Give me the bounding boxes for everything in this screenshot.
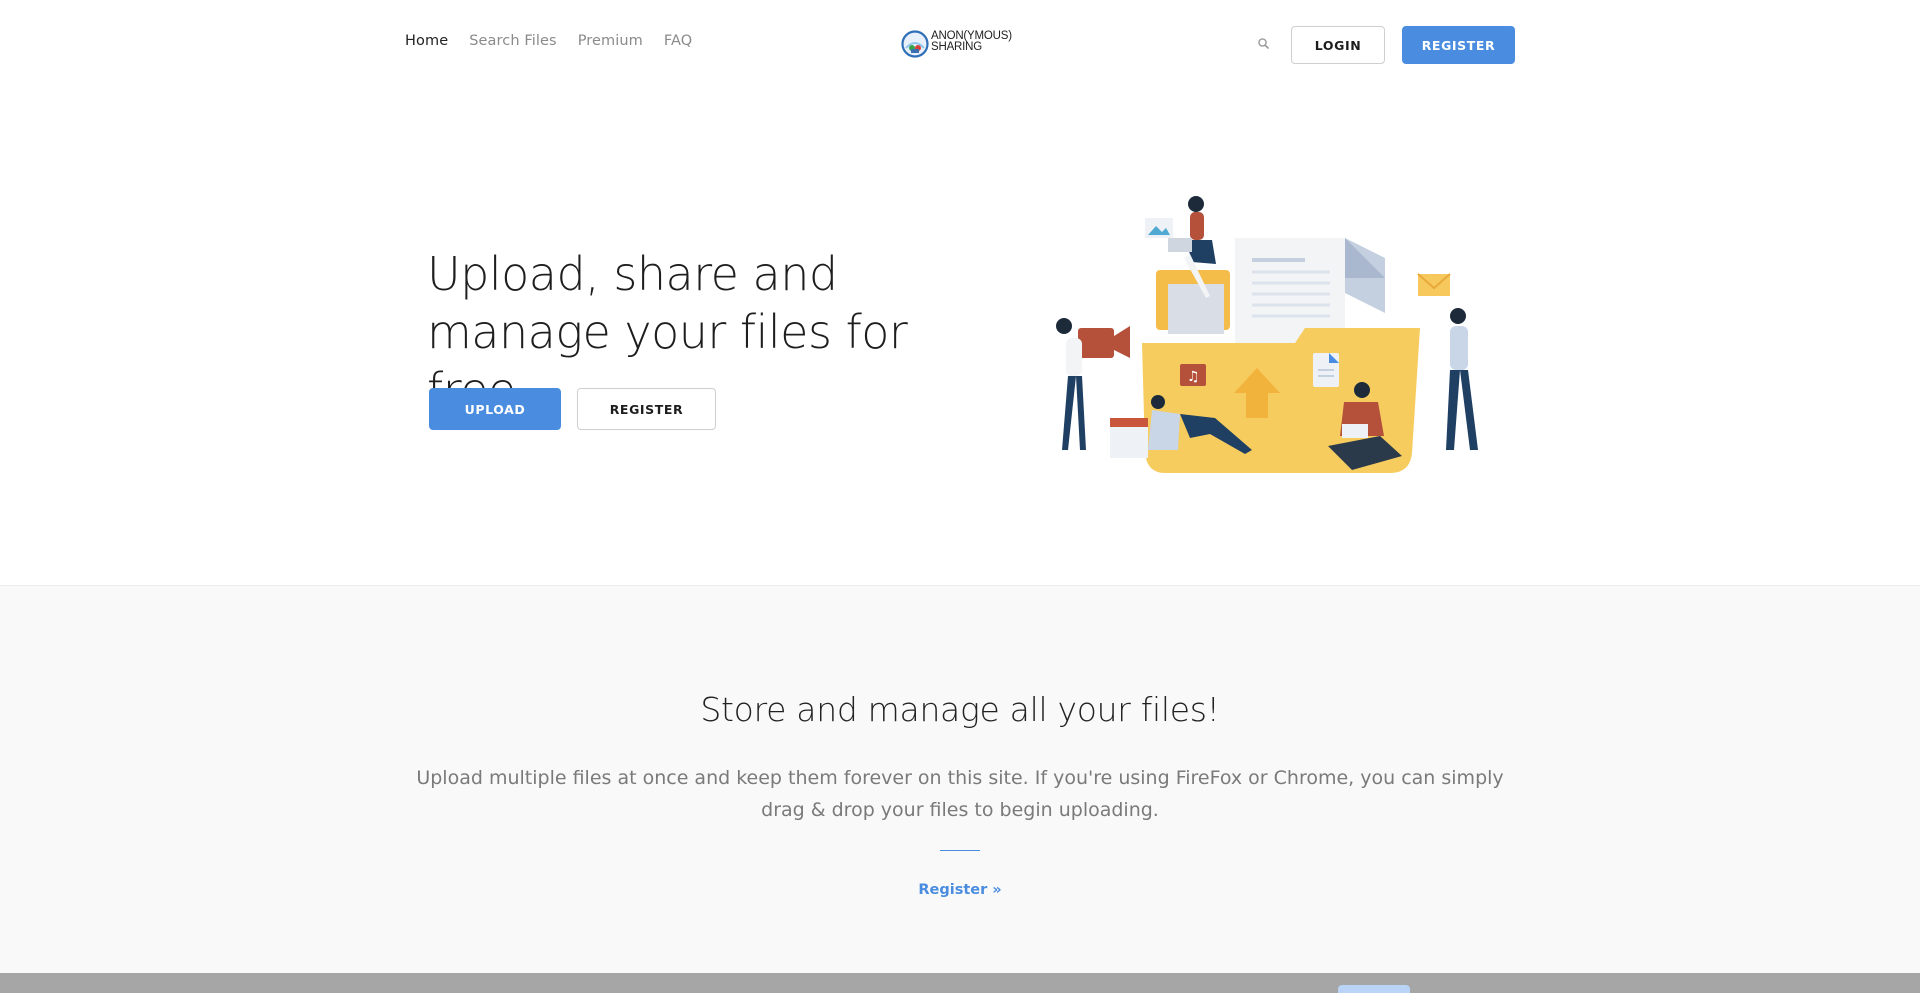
footer-strip [0,973,1920,993]
feature-title: Store and manage all your files! [700,690,1220,729]
search-button[interactable] [1254,34,1274,54]
nav-faq[interactable]: FAQ [664,33,692,49]
feature-divider [940,850,980,851]
logo-text: ANON(YMOUS) SHARING [931,30,1012,53]
nav-home[interactable]: Home [405,33,448,49]
nav-search-files[interactable]: Search Files [469,33,556,49]
register-link[interactable]: Register » [0,882,1920,898]
svg-text:♫: ♫ [1187,369,1200,385]
login-button[interactable]: LOGIN [1291,26,1385,64]
site-header: Home Search Files Premium FAQ ANON(YMOUS… [0,0,1920,88]
register-button[interactable]: REGISTER [1402,26,1515,64]
main-nav: Home Search Files Premium FAQ [405,33,713,49]
nav-premium[interactable]: Premium [578,33,643,49]
search-icon [1258,38,1269,49]
upload-button[interactable]: UPLOAD [429,388,561,430]
globe-logo-icon [901,30,929,58]
file-sharing-illustration: ♫ [1056,196,1478,473]
feature-description: Upload multiple files at once and keep t… [416,767,1504,821]
hero-register-button[interactable]: REGISTER [577,388,716,430]
hero-section: Upload, share and manage your files for … [0,88,1920,585]
feature-section: Store and manage all your files! Upload … [0,585,1920,973]
site-logo[interactable]: ANON(YMOUS) SHARING [901,28,1019,60]
footer-tab[interactable] [1338,985,1410,993]
